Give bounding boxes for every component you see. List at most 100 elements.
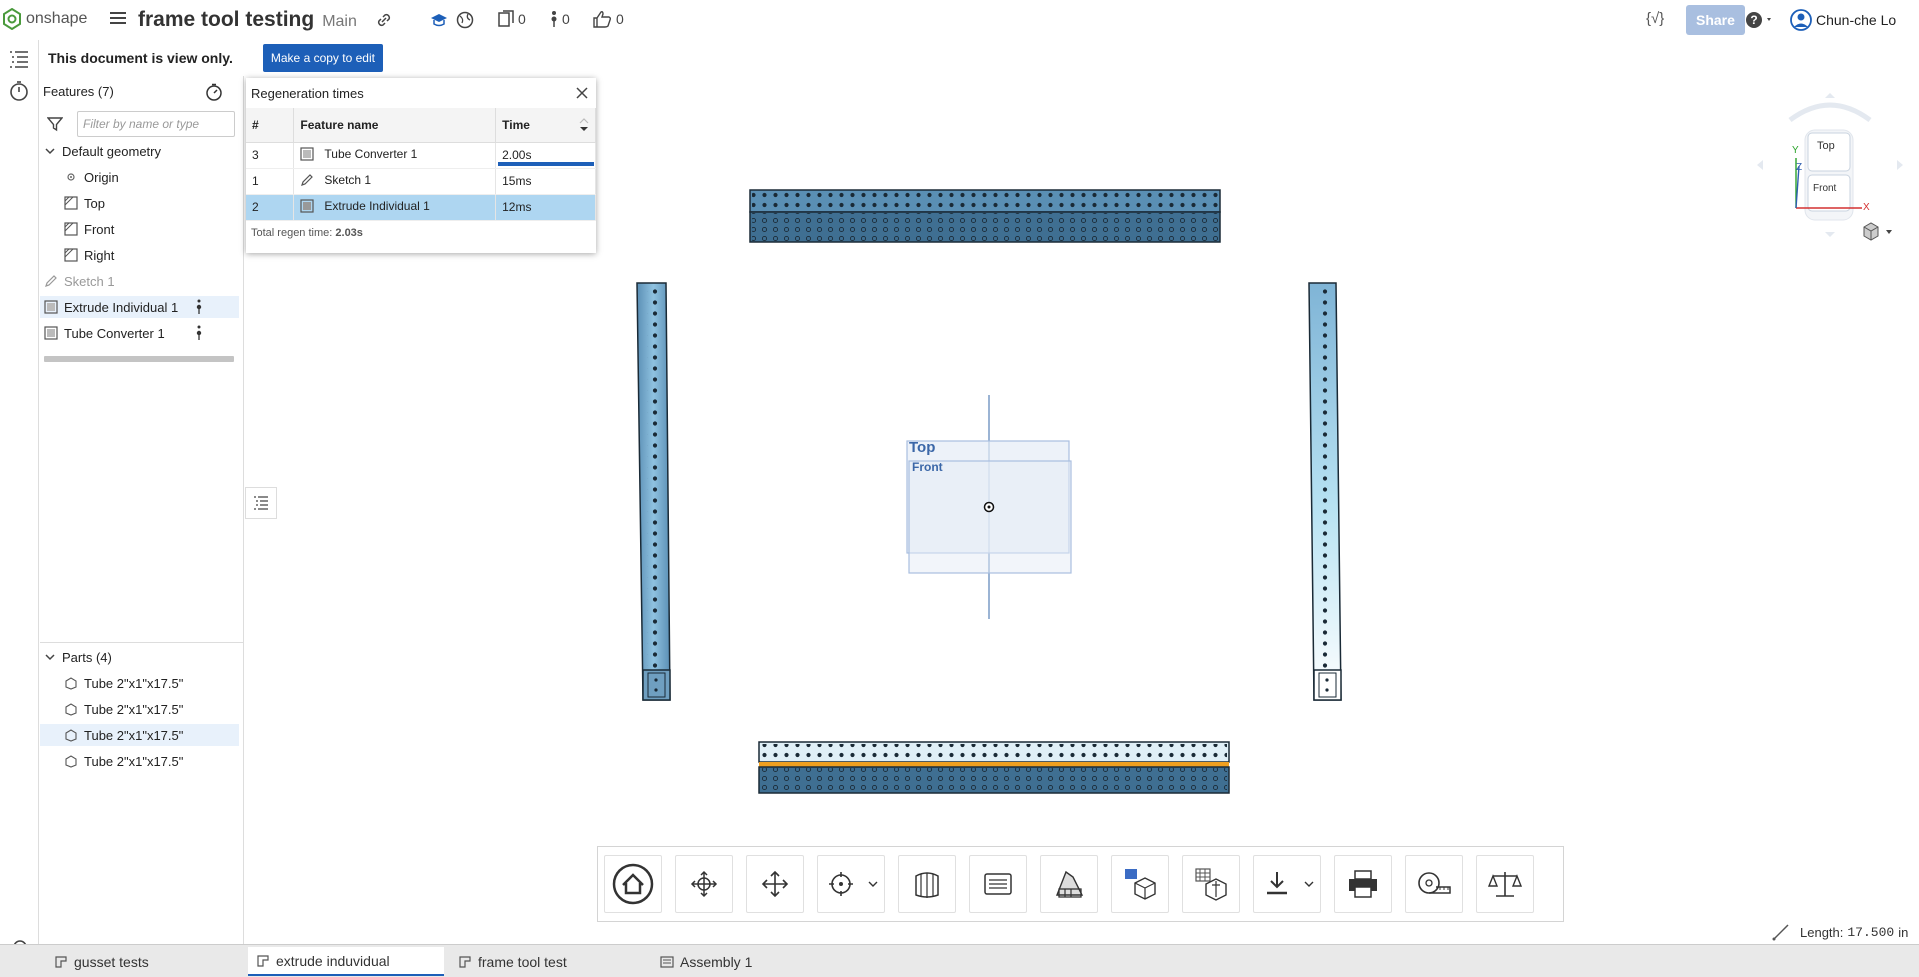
filter-button[interactable] [47,116,63,132]
rotate-button[interactable] [675,855,733,913]
tab-gusset-tests[interactable]: gusset tests [46,947,242,976]
section-view-button[interactable] [898,855,956,913]
tube-top[interactable] [749,189,1221,243]
configurations-button[interactable] [1182,855,1240,913]
link-button[interactable] [375,11,393,29]
regen-timer-button[interactable] [205,83,223,101]
feature-right-plane[interactable]: Right [64,244,114,266]
user-name: Chun-che Lo [1816,12,1897,28]
measure-label: Length: [1800,924,1844,940]
named-views-button[interactable] [969,855,1027,913]
tab-extrude-induvidual[interactable]: extrude induvidual [248,947,444,976]
col-time[interactable]: Time [495,108,596,143]
regen-row-number: 1 [246,168,295,195]
scale-balance-icon [1488,872,1522,897]
feature-extrude-individual-1[interactable]: Extrude Individual 1 [40,296,239,318]
regen-row-name: Sketch 1 [293,168,497,195]
feature-filter-input[interactable]: Filter by name or type [77,111,235,137]
export-button[interactable] [1253,855,1321,913]
logo-text: onshape [26,10,88,27]
feature-list-toggle[interactable] [8,48,32,72]
tab-assembly-1[interactable]: Assembly 1 [652,947,848,976]
regen-timer-toggle[interactable] [8,80,32,104]
branch-name[interactable]: Main [322,13,357,31]
feature-pin-icon[interactable] [195,325,203,341]
feature-origin[interactable]: Origin [66,166,119,188]
part-item[interactable]: Tube 2"x1"x17.5" [40,724,239,746]
tab-frame-tool-test[interactable]: frame tool test [450,947,646,976]
learning-center-button[interactable] [430,11,448,29]
view-only-message: This document is view only. [48,50,233,66]
share-button[interactable]: Share [1686,5,1745,35]
regen-row-name-label: Extrude Individual 1 [324,198,430,213]
regen-row-name: Tube Converter 1 [293,142,497,169]
zoom-button[interactable] [817,855,885,913]
col-number[interactable]: # [246,108,295,143]
tube-bottom[interactable] [758,741,1230,794]
custom-feature-icon [300,146,315,161]
measure-button[interactable] [1405,855,1463,913]
feature-top-plane[interactable]: Top [64,192,105,214]
view-toolbar [597,846,1564,922]
versions-button[interactable]: 0 [498,10,526,28]
onshape-logo[interactable]: onshape [2,8,87,30]
part-icon [65,729,77,742]
user-menu[interactable]: Chun-che Lo [1790,9,1896,31]
total-regen-time: Total regen time: 2.03s [251,227,363,239]
feature-front-plane[interactable]: Front [64,218,114,240]
public-button[interactable] [456,11,474,29]
help-button[interactable]: ? [1745,11,1775,29]
part-item[interactable]: Tube 2"x1"x17.5" [64,672,183,694]
regen-row[interactable]: 1 Sketch 1 15ms [246,168,596,195]
mass-properties-button[interactable] [1476,855,1534,913]
parts-group[interactable]: Parts (4) [44,646,112,668]
comments-button[interactable]: 0 [550,10,570,28]
plane-icon [64,222,78,236]
default-geometry-group[interactable]: Default geometry [44,140,161,162]
print-icon [1349,870,1377,898]
feature-list-icon [10,51,28,68]
regen-time-bar [498,161,595,166]
appearance-button[interactable] [1040,855,1098,913]
col-time-label: Time [502,117,530,132]
hamburger-icon [110,12,126,24]
feature-label: Origin [84,169,119,185]
part-label: Tube 2"x1"x17.5" [84,753,184,769]
sort-desc-icon [579,118,589,131]
versions-icon [498,10,514,27]
assembly-icon [660,955,674,968]
measure-readout: Length: 17.500 in [1772,923,1908,941]
view-cube-front[interactable]: Front [1813,183,1836,194]
document-title[interactable]: frame tool testing [138,8,314,32]
default-planes[interactable] [906,395,1072,619]
tube-left[interactable] [636,282,671,701]
part-icon [65,703,77,716]
part-item[interactable]: Tube 2"x1"x17.5" [64,750,183,772]
col-feature-name[interactable]: Feature name [293,108,497,143]
regen-row[interactable]: 3 Tube Converter 1 2.00s [246,142,596,169]
part-item[interactable]: Tube 2"x1"x17.5" [64,698,183,720]
like-button[interactable]: 0 [592,10,624,28]
feature-sketch-1[interactable]: Sketch 1 [44,270,115,292]
origin-icon [67,173,75,181]
view-options-button[interactable] [1862,222,1896,242]
main-menu-button[interactable] [110,10,126,26]
tape-measure-icon [1418,872,1451,894]
part-studio-icon [257,954,269,967]
rollback-bar[interactable] [44,356,234,362]
print-button[interactable] [1334,855,1392,913]
part-icon [65,755,77,768]
tube-right[interactable] [1308,282,1342,701]
feature-pin-icon[interactable] [195,299,203,315]
display-states-button[interactable] [1111,855,1169,913]
regen-row[interactable]: 2 Extrude Individual 1 12ms [246,194,596,221]
user-avatar-icon [1790,9,1812,31]
close-button[interactable] [575,86,589,100]
pan-button[interactable] [746,855,804,913]
view-cube-top[interactable]: Top [1817,140,1835,152]
home-view-button[interactable] [604,855,662,913]
graduation-cap-icon [431,14,447,27]
feature-tube-converter-1[interactable]: Tube Converter 1 [40,322,239,344]
feature-label: Tube Converter 1 [64,325,165,341]
code-button[interactable]: {√} [1646,10,1664,27]
